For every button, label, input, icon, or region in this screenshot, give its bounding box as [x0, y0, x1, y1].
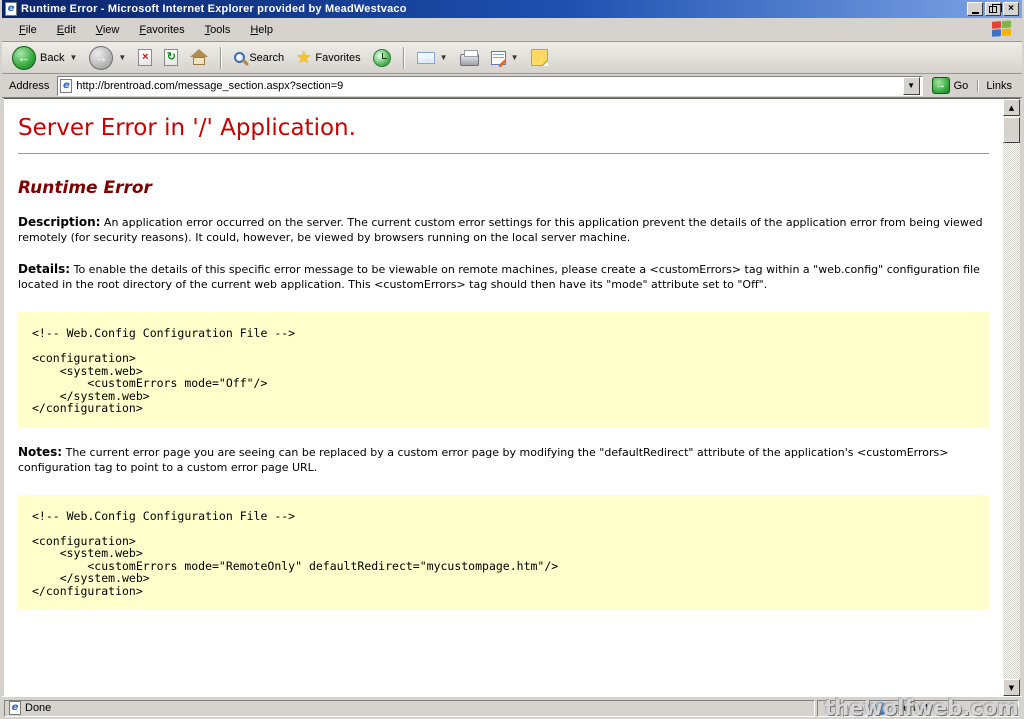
close-button[interactable]: ×: [1003, 2, 1019, 16]
menu-file[interactable]: File: [10, 21, 46, 39]
notes-paragraph: Notes: The current error page you are se…: [18, 445, 989, 475]
menu-bar: File Edit View Favorites Tools Help: [2, 18, 1022, 42]
favorites-star-icon: ★: [296, 49, 311, 66]
mail-button[interactable]: ▼: [413, 50, 452, 66]
watermark: thewolfweb.com: [824, 696, 1019, 719]
home-icon: [190, 49, 208, 66]
error-subtitle: Runtime Error: [18, 178, 989, 198]
menu-help[interactable]: Help: [241, 21, 282, 39]
restore-button[interactable]: [985, 2, 1001, 16]
links-bar[interactable]: Links: [977, 80, 1018, 92]
title-bar: e Runtime Error - Microsoft Internet Exp…: [2, 0, 1022, 18]
edit-button[interactable]: ▼: [487, 49, 523, 67]
mail-dropdown-icon[interactable]: ▼: [440, 53, 448, 62]
page-title: Server Error in '/' Application.: [18, 115, 989, 141]
window-title: Runtime Error - Microsoft Internet Explo…: [21, 3, 963, 15]
ie-window-icon: e: [5, 2, 17, 16]
forward-icon: →: [89, 46, 113, 70]
address-label: Address: [6, 80, 52, 92]
address-bar: Address e ▼ → Go Links: [2, 74, 1022, 98]
status-page-icon: e: [9, 701, 21, 715]
details-label: Details:: [18, 262, 70, 276]
browser-window: e Runtime Error - Microsoft Internet Exp…: [0, 0, 1024, 719]
vertical-scrollbar[interactable]: ▲ ▼: [1003, 99, 1020, 696]
description-paragraph: Description: An application error occurr…: [18, 215, 989, 245]
menu-tools[interactable]: Tools: [196, 21, 240, 39]
address-dropdown-button[interactable]: ▼: [903, 77, 920, 95]
search-icon: [234, 52, 245, 63]
search-button[interactable]: Search: [230, 50, 288, 66]
minimize-button[interactable]: [967, 2, 983, 16]
forward-dropdown-icon[interactable]: ▼: [118, 53, 126, 62]
notes-text: The current error page you are seeing ca…: [18, 446, 949, 474]
home-button[interactable]: [186, 47, 212, 68]
back-button[interactable]: ← Back ▼: [8, 44, 81, 72]
code-block-web-config-off: <!-- Web.Config Configuration File --> <…: [18, 312, 989, 428]
back-icon: ←: [12, 46, 36, 70]
error-page: Server Error in '/' Application. Runtime…: [4, 99, 1003, 696]
description-label: Description:: [18, 215, 100, 229]
scrollbar-thumb[interactable]: [1003, 117, 1020, 143]
edit-dropdown-icon[interactable]: ▼: [511, 53, 519, 62]
menu-edit[interactable]: Edit: [48, 21, 85, 39]
description-text: An application error occurred on the ser…: [18, 216, 983, 244]
forward-button[interactable]: → ▼: [85, 44, 130, 72]
history-button[interactable]: [369, 47, 395, 69]
address-input[interactable]: [76, 78, 898, 94]
code-block-web-config-remoteonly: <!-- Web.Config Configuration File --> <…: [18, 495, 989, 611]
window-controls: ×: [967, 2, 1019, 16]
minimize-icon: [972, 12, 979, 14]
details-text: To enable the details of this specific e…: [18, 263, 980, 291]
print-icon: [460, 54, 479, 66]
scroll-up-button[interactable]: ▲: [1003, 99, 1020, 116]
print-button[interactable]: [456, 47, 483, 68]
page-icon: e: [60, 79, 72, 93]
scroll-down-button[interactable]: ▼: [1003, 679, 1020, 696]
edit-icon: [491, 51, 506, 65]
details-paragraph: Details: To enable the details of this s…: [18, 262, 989, 292]
restore-icon: [989, 6, 997, 13]
toolbar-separator: [403, 47, 405, 69]
page-viewport: Server Error in '/' Application. Runtime…: [4, 98, 1020, 696]
status-panel: e Done: [4, 700, 815, 717]
refresh-icon: ↻: [164, 49, 178, 66]
notes-label: Notes:: [18, 445, 62, 459]
go-arrow-icon: →: [932, 77, 950, 94]
stop-icon: ×: [138, 49, 152, 66]
refresh-button[interactable]: ↻: [160, 47, 182, 68]
back-dropdown-icon[interactable]: ▼: [69, 53, 77, 62]
go-button[interactable]: → Go: [928, 76, 973, 95]
windows-logo-icon: [992, 20, 1014, 40]
address-field: e ▼: [57, 76, 922, 96]
menu-favorites[interactable]: Favorites: [130, 21, 193, 39]
note-button[interactable]: [527, 47, 552, 68]
menu-view[interactable]: View: [87, 21, 129, 39]
history-icon: [373, 49, 391, 67]
favorites-button[interactable]: ★ Favorites: [292, 47, 365, 68]
mail-icon: [417, 52, 435, 64]
stop-button[interactable]: ×: [134, 47, 156, 68]
standard-toolbar: ← Back ▼ → ▼ × ↻ Search ★ Favorites: [2, 42, 1022, 74]
note-icon: [531, 49, 548, 66]
status-text: Done: [25, 702, 51, 714]
divider: [18, 153, 989, 154]
toolbar-separator: [220, 47, 222, 69]
